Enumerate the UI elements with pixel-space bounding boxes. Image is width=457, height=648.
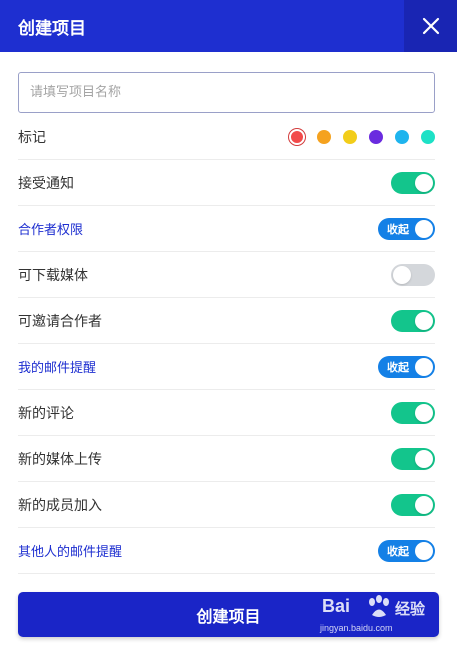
setting-row: 可邀请合作者 [18,298,435,344]
setting-label: 新的媒体上传 [18,451,102,468]
setting-label: 可邀请合作者 [18,313,102,330]
close-button[interactable] [404,0,457,52]
tag-color-dot[interactable] [289,128,305,145]
toggle-knob [415,541,433,560]
toggle-knob [415,311,433,330]
toggle-switch[interactable] [391,401,435,424]
create-project-button[interactable]: 创建项目 [18,592,439,637]
toggle-switch[interactable] [391,263,435,286]
project-name-input[interactable] [18,72,435,113]
section-title: 其他人的邮件提醒 [18,545,123,560]
setting-label: 新的成员加入 [18,497,102,514]
collapse-label: 收起 [387,544,409,558]
setting-label: 新的评论 [18,405,74,422]
tag-color-dot[interactable] [343,129,357,144]
dialog-header: 创建项目 [0,0,457,52]
tag-color-dot[interactable] [369,129,383,144]
dialog-title: 创建项目 [18,18,86,39]
close-icon [422,17,439,35]
toggle-switch[interactable] [391,493,435,516]
tag-color-picker [289,128,435,145]
toggle-knob [415,173,433,192]
setting-row: 新的成员加入 [18,482,435,528]
toggle-knob [415,449,433,468]
setting-row: 接受通知 [18,160,435,206]
toggle-knob [415,357,433,376]
section-header-row: 我的邮件提醒 收起 [18,344,435,390]
section-title: 合作者权限 [18,223,84,238]
collapse-toggle[interactable]: 收起 [378,355,435,378]
toggle-knob [393,265,411,284]
collapse-toggle[interactable]: 收起 [378,539,435,562]
setting-label: 接受通知 [18,175,74,192]
collapse-label: 收起 [387,360,409,374]
tag-color-dot[interactable] [395,129,409,144]
setting-label: 可下载媒体 [18,267,88,284]
toggle-knob [415,403,433,422]
toggle-switch[interactable] [391,447,435,470]
toggle-knob [415,495,433,514]
collapse-toggle[interactable]: 收起 [378,217,435,240]
setting-row: 可下载媒体 [18,252,435,298]
section-header-row: 其他人的邮件提醒 收起 [18,528,435,574]
tag-color-dot[interactable] [317,129,331,144]
section-title: 我的邮件提醒 [18,361,97,376]
toggle-knob [415,219,433,238]
section-header-row: 合作者权限 收起 [18,206,435,252]
setting-row: 新的评论 [18,390,435,436]
tag-color-dot[interactable] [421,129,435,144]
toggle-switch[interactable] [391,309,435,332]
tag-row: 标记 [18,114,435,160]
toggle-switch[interactable] [391,171,435,194]
collapse-label: 收起 [387,222,409,236]
setting-row: 新的媒体上传 [18,436,435,482]
tag-label: 标记 [18,129,46,146]
